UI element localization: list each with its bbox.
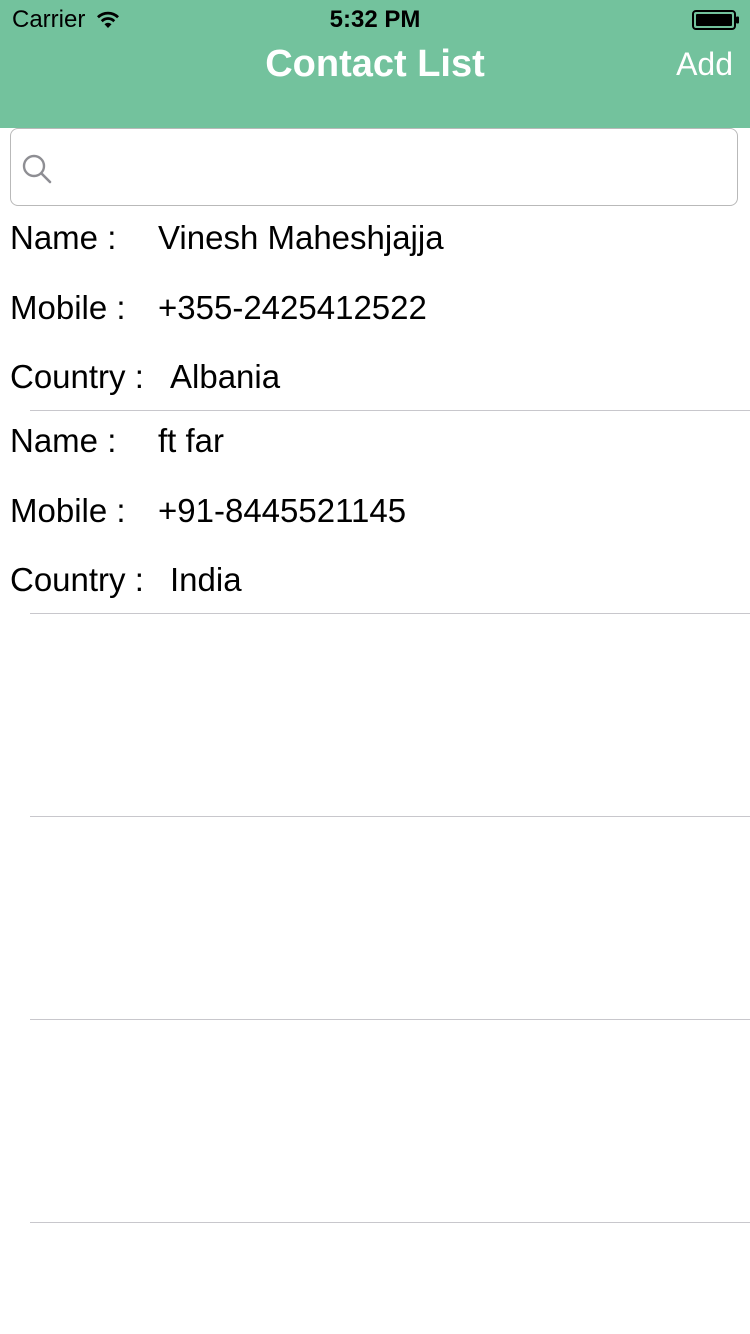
search-icon	[22, 154, 52, 184]
contact-cell[interactable]: Name : Vinesh Maheshjajja Mobile : +355-…	[0, 208, 750, 411]
battery-icon	[692, 10, 739, 30]
cell-separator	[30, 1222, 750, 1223]
contact-list: Name : Vinesh Maheshjajja Mobile : +355-…	[0, 208, 750, 1223]
empty-cell	[0, 817, 750, 1020]
country-label: Country :	[10, 358, 144, 395]
navigation-bar: Carrier 5:32 PM Contact List Add	[0, 0, 750, 128]
name-label: Name :	[10, 422, 117, 459]
mobile-value: +91-8445521145	[158, 492, 407, 529]
page-title: Contact List	[265, 43, 485, 85]
country-label: Country :	[10, 561, 144, 598]
empty-cell	[0, 614, 750, 817]
mobile-label: Mobile :	[10, 289, 126, 326]
search-bar[interactable]	[10, 128, 738, 206]
contact-cell[interactable]: Name : ft far Mobile : +91-8445521145 Co…	[0, 411, 750, 614]
name-label: Name :	[10, 219, 117, 256]
country-value: Albania	[170, 358, 281, 395]
empty-cell	[0, 1020, 750, 1223]
status-time: 5:32 PM	[329, 6, 421, 33]
status-bar: Carrier 5:32 PM	[0, 0, 750, 40]
mobile-label: Mobile :	[10, 492, 126, 529]
name-value: Vinesh Maheshjajja	[158, 219, 444, 256]
search-input[interactable]	[67, 139, 731, 197]
name-value: ft far	[158, 422, 225, 459]
add-contact-button[interactable]: Add	[676, 42, 733, 86]
country-value: India	[170, 561, 242, 598]
mobile-value: +355-2425412522	[158, 289, 427, 326]
